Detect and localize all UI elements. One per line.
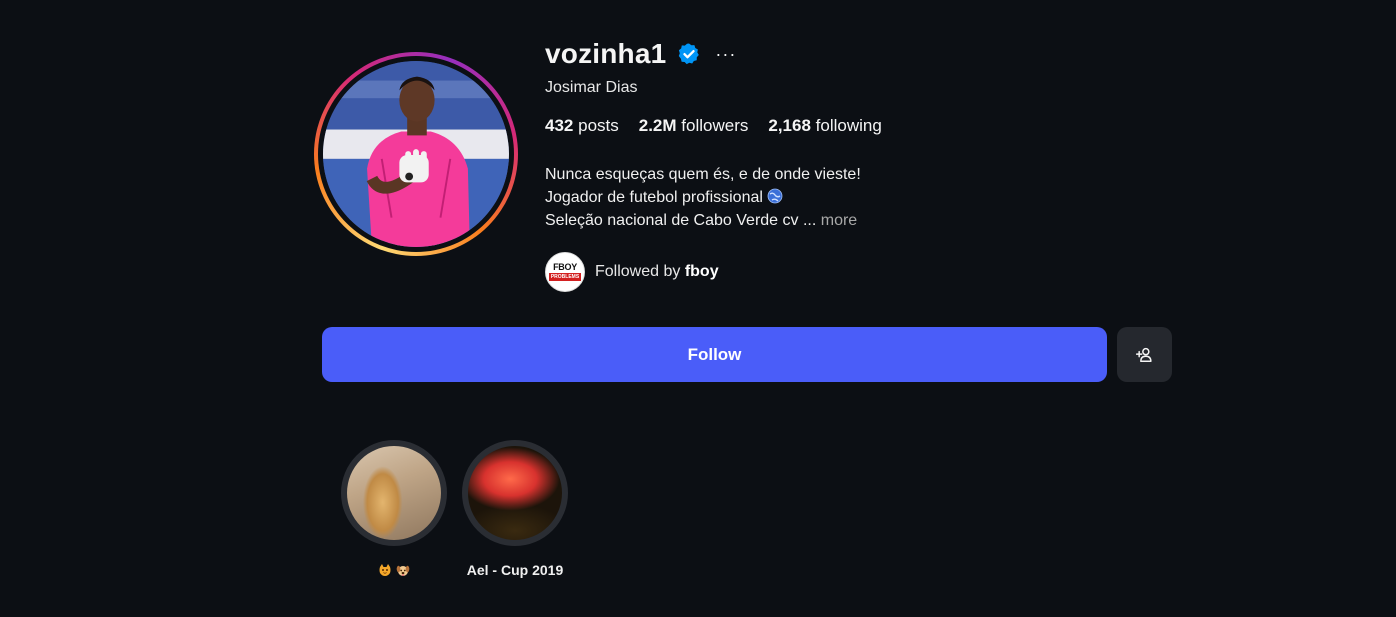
bio-more-link[interactable]: more	[821, 212, 857, 229]
follow-button[interactable]: Follow	[322, 327, 1107, 382]
profile-stats: 432 posts 2.2M followers 2,168 following	[545, 116, 902, 136]
bio-line-1: Nunca esqueças quem és, e de onde vieste…	[545, 166, 861, 183]
followers-count: 2.2M	[638, 116, 677, 135]
dog-emoji-icon	[396, 563, 410, 577]
followers-stat[interactable]: 2.2M followers	[639, 116, 749, 136]
suggested-accounts-button[interactable]	[1117, 327, 1172, 382]
verified-badge-icon	[677, 42, 701, 66]
followed-by-prefix: Followed by	[595, 263, 681, 280]
following-label: following	[815, 116, 882, 135]
story-highlight[interactable]	[340, 440, 448, 578]
highlight-cover	[468, 446, 562, 540]
profile-header: vozinha1 ···	[545, 34, 736, 74]
cat-emoji-icon	[378, 563, 392, 577]
profile-bio: Nunca esqueças quem és, e de onde vieste…	[545, 163, 861, 232]
followed-by-avatar: FBOY PROBLEMS	[545, 252, 585, 292]
followed-by-user: fboy	[684, 263, 719, 280]
globe-icon	[767, 188, 783, 204]
posts-count: 432	[545, 116, 574, 135]
followers-label: followers	[681, 116, 749, 135]
profile-page: vozinha1 ··· Josimar Dias 432 posts 2.2M…	[0, 0, 1396, 617]
highlight-label	[340, 562, 448, 578]
profile-photo-graphic	[323, 61, 509, 247]
following-count: 2,168	[768, 116, 811, 135]
more-options-icon[interactable]: ···	[715, 45, 736, 63]
following-stat[interactable]: 2,168 following	[768, 116, 881, 136]
profile-avatar[interactable]	[314, 52, 518, 256]
posts-label: posts	[578, 116, 619, 135]
posts-stat[interactable]: 432 posts	[545, 116, 619, 136]
bio-line-2: Jogador de futebol profissional	[545, 189, 763, 206]
highlight-cover	[347, 446, 441, 540]
username: vozinha1	[545, 38, 667, 69]
full-name: Josimar Dias	[545, 79, 638, 96]
followed-by-avatar-top-text: FBOY	[553, 262, 577, 272]
followed-by-avatar-bottom-text: PROBLEMS	[548, 273, 582, 281]
highlight-label: Ael - Cup 2019	[466, 562, 564, 578]
add-person-icon	[1135, 347, 1152, 362]
profile-photo	[323, 61, 509, 247]
story-highlight[interactable]: Ael - Cup 2019	[461, 440, 569, 578]
followed-by[interactable]: FBOY PROBLEMS Followed by fboy	[545, 252, 719, 292]
bio-line-3: Seleção nacional de Cabo Verde cv ...	[545, 212, 817, 229]
